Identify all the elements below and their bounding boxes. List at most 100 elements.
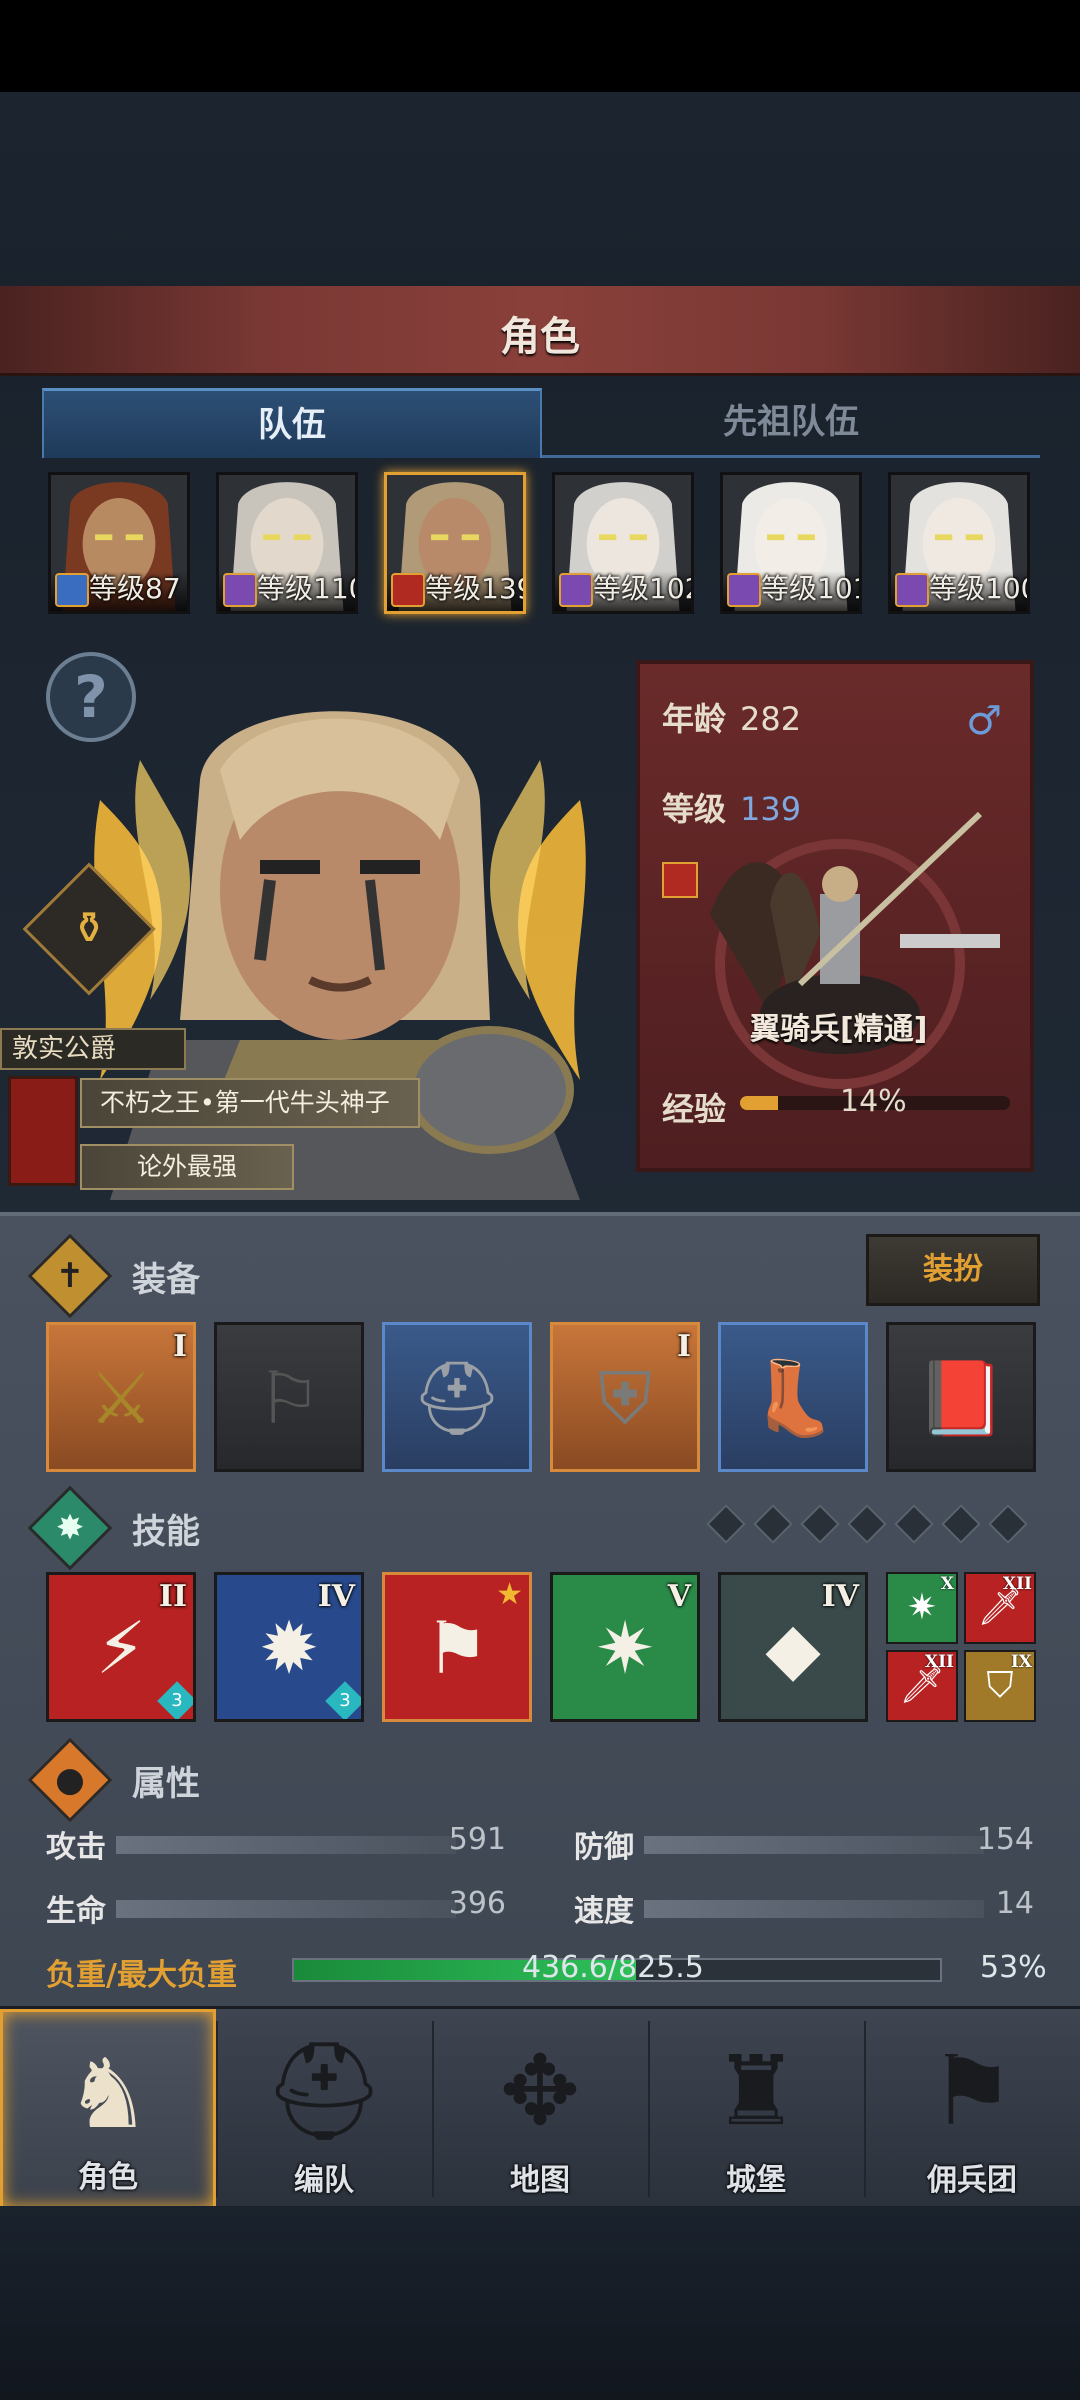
equipment-slot-helmet[interactable]: ⛑: [382, 1322, 532, 1472]
hero-card[interactable]: 等级102: [552, 472, 694, 614]
nav-divider: [864, 2021, 866, 2197]
hero-level: 等级100: [929, 572, 1030, 605]
passive-skill-slot[interactable]: ⛉ IX: [964, 1650, 1036, 1722]
weight-label: 负重/最大负重: [46, 1958, 237, 1993]
team-tabs: 队伍 先祖队伍: [42, 388, 1040, 458]
hero-card[interactable]: 等级139: [384, 472, 526, 614]
hero-card[interactable]: 等级110: [216, 472, 358, 614]
nav-divider: [216, 2021, 218, 2197]
hero-card[interactable]: 等级100: [888, 472, 1030, 614]
skill-rank: XII: [1002, 1574, 1032, 1594]
helmet-icon: ⛑: [263, 2035, 385, 2147]
hero-level: 等级102: [593, 572, 694, 605]
hero-level: 等级101: [761, 572, 862, 605]
stat-attack: 攻击 591: [46, 1822, 506, 1865]
skill-gem-badge: 3: [157, 1681, 193, 1719]
class-icon: [559, 573, 593, 607]
passive-skill-slot[interactable]: 🗡 XII: [964, 1572, 1036, 1644]
status-bar-area: [0, 0, 1080, 92]
skill-rank: II: [158, 1579, 187, 1614]
page-title: 角色: [500, 314, 580, 360]
armor-icon: ⛨: [597, 1356, 652, 1440]
stat-health: 生命 396: [46, 1886, 506, 1929]
character-title-main[interactable]: 不朽之王•第一代牛头神子: [80, 1078, 420, 1128]
compass-icon: ✥: [499, 2035, 581, 2147]
character-info-card: 年龄 282 ♂ 等级 139 翼骑兵[精通] 经验 14%: [636, 660, 1034, 1172]
hero-card[interactable]: 等级87: [48, 472, 190, 614]
knight-icon: ♞: [64, 2038, 152, 2150]
skill-rank: XII: [924, 1652, 954, 1672]
hero-card[interactable]: 等级101: [720, 472, 862, 614]
skill-slot[interactable]: ✷ V: [550, 1572, 700, 1722]
tab-team[interactable]: 队伍: [42, 388, 542, 458]
nav-divider: [648, 2021, 650, 2197]
hero-level: 等级139: [425, 572, 526, 605]
skill-rank: X: [940, 1574, 954, 1594]
nav-helmet[interactable]: ⛑ 编队: [216, 2009, 432, 2209]
skill-rank: IX: [1010, 1652, 1032, 1672]
exp-percent: 14%: [840, 1084, 907, 1119]
nav-label: 地图: [510, 2163, 570, 2198]
helmet-icon: ⛑: [411, 1356, 503, 1440]
nav-knight[interactable]: ♞ 角色: [0, 2009, 216, 2209]
equipment-rank: I: [172, 1329, 187, 1364]
age-label: 年龄: [662, 700, 727, 738]
skill-slot[interactable]: ⚡ II 3: [46, 1572, 196, 1722]
nav-divider: [432, 2021, 434, 2197]
equipment-slot-armor[interactable]: ⛨ I: [550, 1322, 700, 1472]
book-icon: 📕: [916, 1356, 1006, 1440]
hero-level: 等级110: [257, 572, 358, 605]
equipment-title: 装备: [132, 1260, 200, 1300]
skill-slot-dot: [706, 1504, 746, 1544]
boots-icon: 👢: [748, 1356, 838, 1440]
character-title-sub[interactable]: 论外最强: [80, 1144, 294, 1190]
equipment-slot-boots[interactable]: 👢: [718, 1322, 868, 1472]
class-icon: [55, 573, 89, 607]
skills-title: 技能: [132, 1512, 200, 1552]
skill-slot-indicators: [706, 1504, 1042, 1544]
weight-percent: 53%: [980, 1950, 1047, 1985]
class-icon: [391, 573, 425, 607]
age-value: 282: [740, 700, 802, 738]
dress-up-button[interactable]: 装扮: [866, 1234, 1040, 1306]
equipment-slot-book[interactable]: 📕: [886, 1322, 1036, 1472]
hero-roster: 等级87 等级110 等级139 等级102 等级101 等级100: [48, 472, 1038, 622]
bottom-nav: ♞ 角色 ⛑ 编队 ✥ 地图 ♜ 城堡 ⚑ 佣兵团: [0, 2006, 1080, 2209]
noble-title: 敦实公爵: [0, 1028, 186, 1070]
skill-slot-dot: [988, 1504, 1028, 1544]
passive-skill-slot[interactable]: 🗡 XII: [886, 1650, 958, 1722]
passive-skill-slot[interactable]: ✷ X: [886, 1572, 958, 1644]
nav-compass[interactable]: ✥ 地图: [432, 2009, 648, 2209]
nav-label: 编队: [294, 2163, 354, 2198]
skill-rank: IV: [317, 1579, 355, 1614]
sword-icon: ⚔: [88, 1356, 154, 1440]
equipment-slot-weapon[interactable]: ⚔ I: [46, 1322, 196, 1472]
nav-label: 佣兵团: [927, 2163, 1017, 2198]
skill-slot-dot: [753, 1504, 793, 1544]
unit-name: 翼骑兵[精通]: [750, 1012, 928, 1047]
skill-slot-dot: [800, 1504, 840, 1544]
star-icon: ★: [496, 1577, 523, 1612]
nav-label: 角色: [78, 2160, 138, 2195]
skill-slot[interactable]: ⚑ ★: [382, 1572, 532, 1722]
skill-slot[interactable]: ◆ IV: [718, 1572, 868, 1722]
class-icon: [895, 573, 929, 607]
lance-icon: ⚐: [256, 1356, 322, 1440]
male-icon: ♂: [966, 698, 1002, 744]
skill-slot[interactable]: ✹ IV 3: [214, 1572, 364, 1722]
exp-label: 经验: [662, 1090, 727, 1128]
equipment-slot-offhand[interactable]: ⚐: [214, 1322, 364, 1472]
attributes-title: 属性: [132, 1764, 200, 1804]
tab-ancestor-team[interactable]: 先祖队伍: [542, 388, 1040, 458]
nav-castle[interactable]: ♜ 城堡: [648, 2009, 864, 2209]
level-label: 等级: [662, 790, 727, 828]
equipment-rank: I: [676, 1329, 691, 1364]
unit-illustration: [710, 811, 1000, 1089]
skill-gem-badge: 3: [325, 1681, 361, 1719]
banner-icon: ⚑: [928, 2035, 1016, 2147]
stat-speed: 速度 14: [574, 1886, 1034, 1929]
class-icon: [727, 573, 761, 607]
title-banner-icon: [8, 1076, 78, 1186]
weight-value: 436.6/825.5: [522, 1950, 704, 1985]
nav-banner[interactable]: ⚑ 佣兵团: [864, 2009, 1080, 2209]
